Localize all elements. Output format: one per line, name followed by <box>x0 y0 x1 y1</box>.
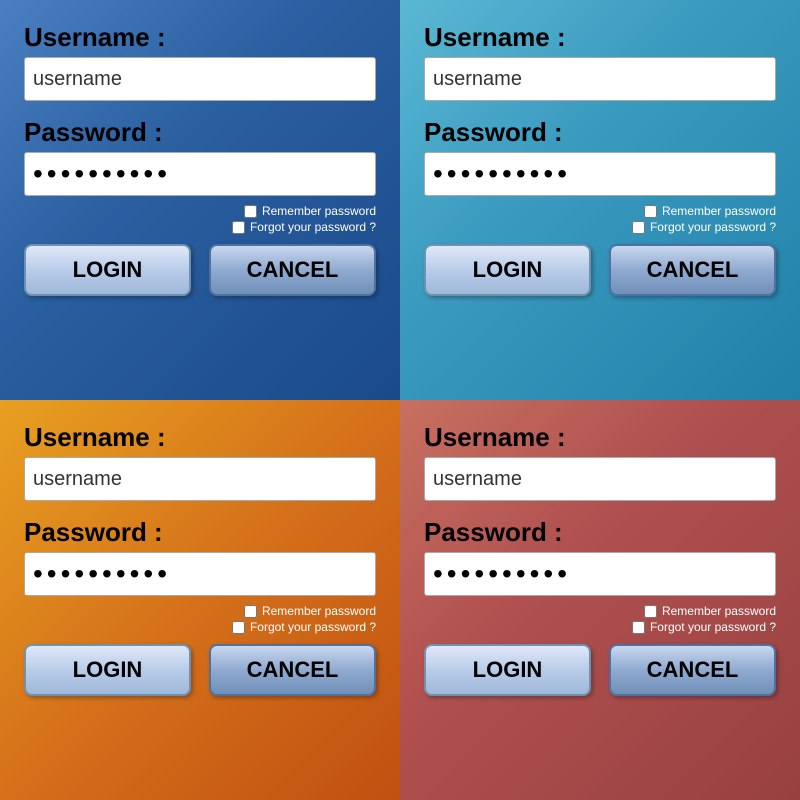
remember-password-label: Remember password <box>662 604 776 618</box>
login-button[interactable]: LOGIN <box>424 244 591 296</box>
password-input[interactable] <box>424 552 776 596</box>
username-label: Username : <box>24 22 376 53</box>
username-label: Username : <box>424 422 776 453</box>
checkbox-group: Remember password Forgot your password ? <box>424 604 776 634</box>
password-input[interactable] <box>24 552 376 596</box>
login-button[interactable]: LOGIN <box>24 244 191 296</box>
username-input[interactable] <box>424 57 776 101</box>
remember-password-checkbox[interactable] <box>644 205 657 218</box>
password-input[interactable] <box>424 152 776 196</box>
checkbox-group: Remember password Forgot your password ? <box>24 204 376 234</box>
login-button[interactable]: LOGIN <box>424 644 591 696</box>
forgot-password-checkbox[interactable] <box>632 221 645 234</box>
login-panel-bottom-right: Username : Password : Remember password … <box>400 400 800 800</box>
forgot-password-row[interactable]: Forgot your password ? <box>232 220 376 234</box>
button-group: LOGIN CANCEL <box>424 644 776 696</box>
cancel-button[interactable]: CANCEL <box>209 644 376 696</box>
password-label: Password : <box>424 517 776 548</box>
forgot-password-row[interactable]: Forgot your password ? <box>232 620 376 634</box>
remember-password-label: Remember password <box>262 604 376 618</box>
remember-password-row[interactable]: Remember password <box>644 204 776 218</box>
remember-password-checkbox[interactable] <box>244 205 257 218</box>
forgot-password-checkbox[interactable] <box>232 621 245 634</box>
login-panel-top-left: Username : Password : Remember password … <box>0 0 400 400</box>
forgot-password-label: Forgot your password ? <box>250 220 376 234</box>
cancel-button[interactable]: CANCEL <box>609 244 776 296</box>
username-input[interactable] <box>24 57 376 101</box>
remember-password-row[interactable]: Remember password <box>244 604 376 618</box>
username-input[interactable] <box>24 457 376 501</box>
forgot-password-checkbox[interactable] <box>632 621 645 634</box>
username-label: Username : <box>24 422 376 453</box>
password-label: Password : <box>424 117 776 148</box>
forgot-password-checkbox[interactable] <box>232 221 245 234</box>
username-label: Username : <box>424 22 776 53</box>
cancel-button[interactable]: CANCEL <box>209 244 376 296</box>
remember-password-row[interactable]: Remember password <box>644 604 776 618</box>
checkbox-group: Remember password Forgot your password ? <box>24 604 376 634</box>
button-group: LOGIN CANCEL <box>24 644 376 696</box>
remember-password-row[interactable]: Remember password <box>244 204 376 218</box>
remember-password-label: Remember password <box>262 204 376 218</box>
forgot-password-row[interactable]: Forgot your password ? <box>632 220 776 234</box>
forgot-password-label: Forgot your password ? <box>250 620 376 634</box>
password-label: Password : <box>24 517 376 548</box>
forgot-password-row[interactable]: Forgot your password ? <box>632 620 776 634</box>
login-panel-bottom-left: Username : Password : Remember password … <box>0 400 400 800</box>
cancel-button[interactable]: CANCEL <box>609 644 776 696</box>
login-panel-top-right: Username : Password : Remember password … <box>400 0 800 400</box>
password-label: Password : <box>24 117 376 148</box>
forgot-password-label: Forgot your password ? <box>650 620 776 634</box>
password-input[interactable] <box>24 152 376 196</box>
remember-password-checkbox[interactable] <box>244 605 257 618</box>
remember-password-label: Remember password <box>662 204 776 218</box>
checkbox-group: Remember password Forgot your password ? <box>424 204 776 234</box>
username-input[interactable] <box>424 457 776 501</box>
remember-password-checkbox[interactable] <box>644 605 657 618</box>
login-button[interactable]: LOGIN <box>24 644 191 696</box>
button-group: LOGIN CANCEL <box>424 244 776 296</box>
forgot-password-label: Forgot your password ? <box>650 220 776 234</box>
button-group: LOGIN CANCEL <box>24 244 376 296</box>
